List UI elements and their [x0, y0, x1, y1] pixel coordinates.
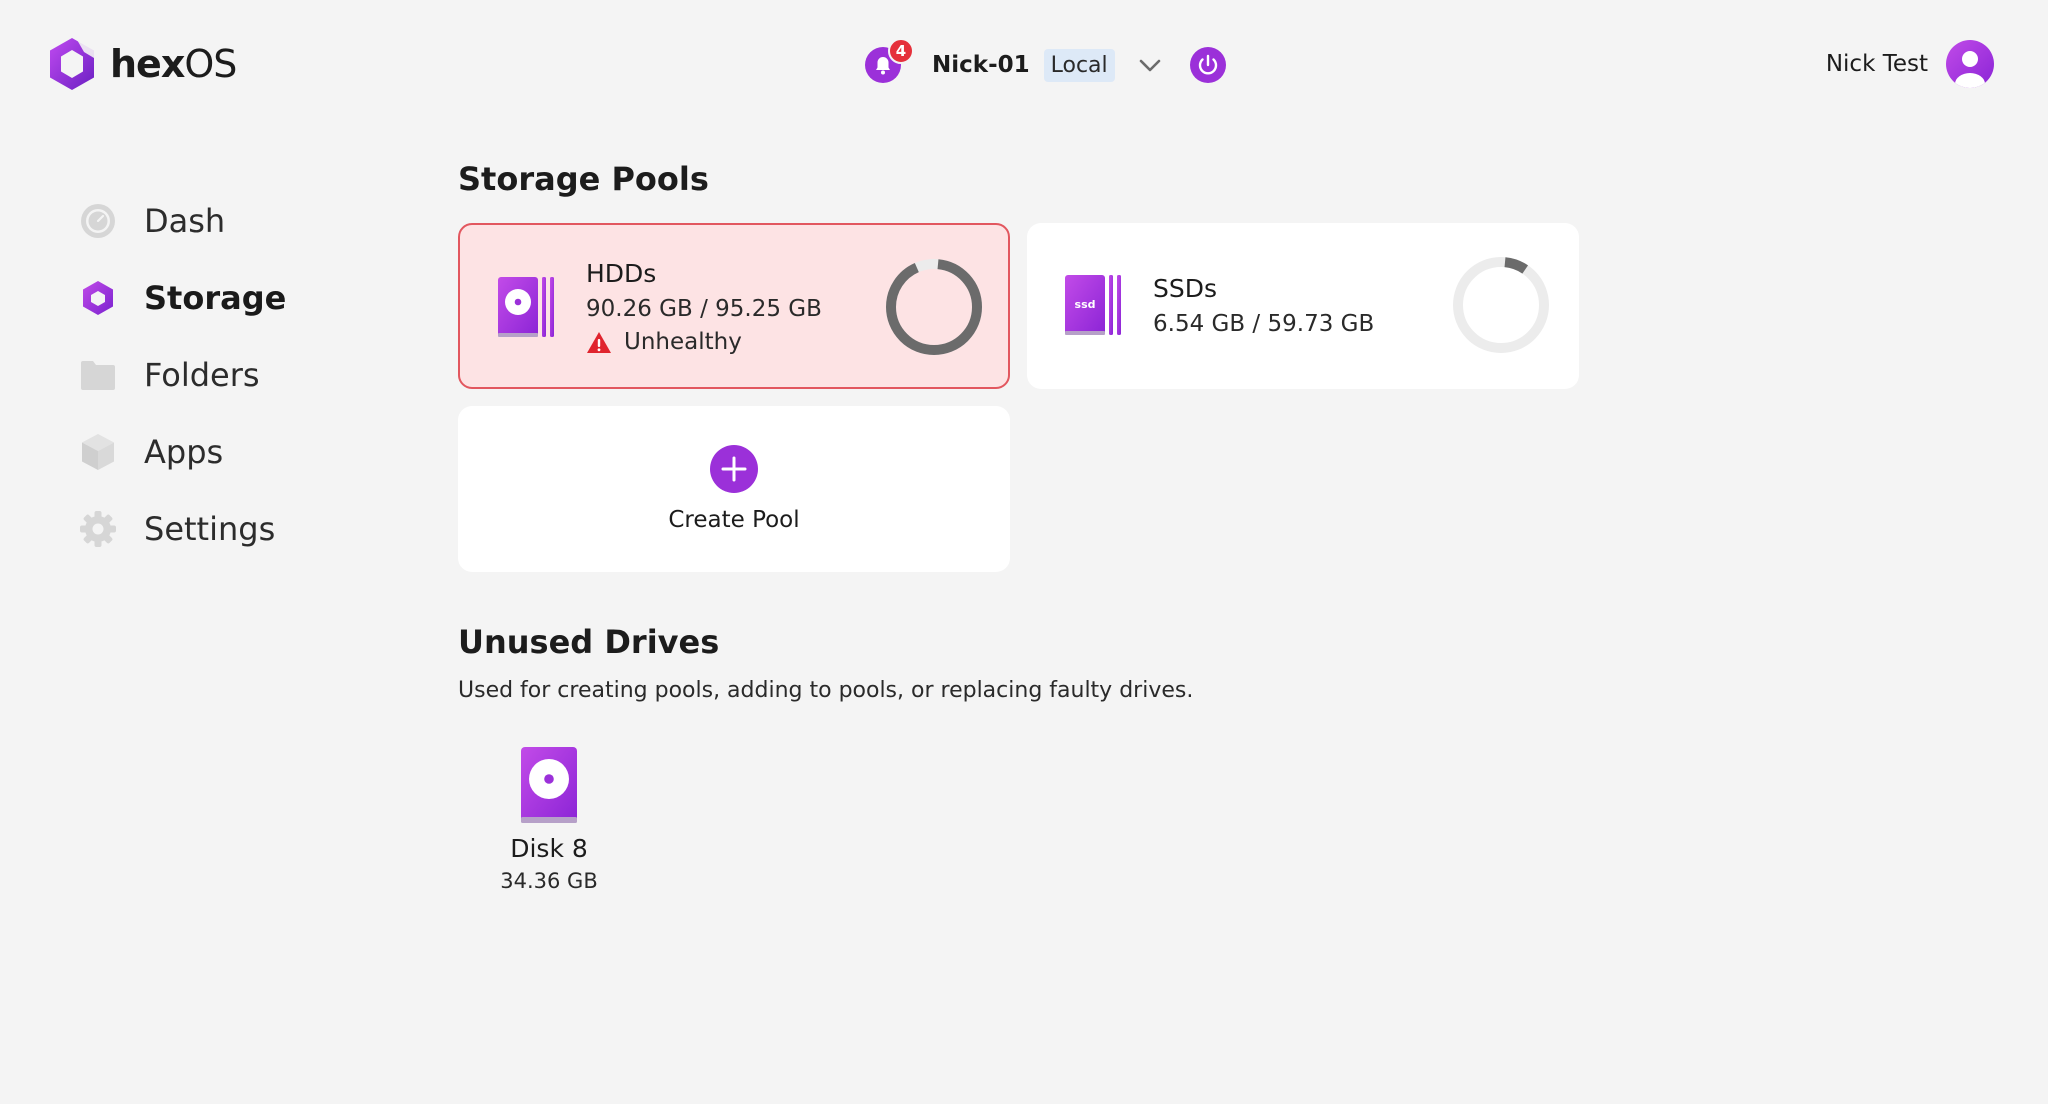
avatar — [1946, 40, 1994, 88]
drive-item[interactable]: Disk 8 34.36 GB — [496, 746, 602, 893]
ssd-pool-icon: ssd — [1065, 275, 1121, 335]
sidebar-nav: Dash Storage Folders Apps Settings — [78, 182, 286, 567]
sidebar-item-folders[interactable]: Folders — [78, 336, 286, 413]
storage-pools-title: Storage Pools — [458, 160, 709, 198]
create-pool-button[interactable]: Create Pool — [458, 406, 1010, 572]
power-icon[interactable] — [1189, 46, 1227, 84]
donut-free-arc — [1453, 257, 1549, 353]
pool-name: HDDs — [586, 259, 657, 288]
folder-icon — [78, 355, 118, 395]
create-pool-label: Create Pool — [668, 507, 800, 533]
pool-card-hdds[interactable]: HDDs 90.26 GB / 95.25 GB Unhealthy — [458, 223, 1010, 389]
drive-name: Disk 8 — [510, 834, 588, 863]
gear-icon — [78, 509, 118, 549]
unused-drives-description: Used for creating pools, adding to pools… — [458, 678, 1194, 703]
server-location-tag: Local — [1043, 48, 1115, 82]
storage-page: hexOS 4 Nick-01 Local Nick Test Dash Sto… — [0, 0, 2048, 1104]
plus-circle-icon — [710, 445, 758, 493]
pool-card-ssds[interactable]: ssd SSDs 6.54 GB / 59.73 GB — [1027, 223, 1579, 389]
ssd-label: ssd — [1075, 298, 1096, 311]
sidebar-item-label: Apps — [144, 432, 224, 471]
logo-text-os: OS — [184, 42, 237, 86]
server-selector-bar: 4 Nick-01 Local — [864, 38, 1227, 86]
sidebar-item-label: Settings — [144, 509, 276, 548]
unused-drives-title: Unused Drives — [458, 623, 720, 661]
hdd-drive-icon — [521, 747, 577, 823]
logo-text-hex: hex — [110, 42, 185, 86]
dashboard-gauge-icon — [78, 201, 118, 241]
donut-used-arc — [886, 259, 982, 355]
sidebar-item-dash[interactable]: Dash — [78, 182, 286, 259]
chevron-down-icon[interactable] — [1135, 50, 1165, 80]
pool-status: Unhealthy — [586, 329, 742, 355]
hexagon-icon — [78, 278, 118, 318]
pool-usage: 90.26 GB / 95.25 GB — [586, 296, 822, 322]
drive-size: 34.36 GB — [500, 869, 598, 893]
server-name[interactable]: Nick-01 — [932, 52, 1030, 78]
user-name: Nick Test — [1825, 51, 1928, 77]
hdd-pool-icon — [498, 277, 554, 337]
logo-wordmark: hexOS — [110, 42, 237, 86]
pool-name: SSDs — [1153, 274, 1218, 303]
pool-status-text: Unhealthy — [624, 329, 742, 355]
hexos-logo-icon — [50, 38, 94, 90]
sidebar-item-apps[interactable]: Apps — [78, 413, 286, 490]
cube-icon — [78, 432, 118, 472]
sidebar-item-label: Folders — [144, 355, 260, 394]
sidebar-item-label: Storage — [144, 278, 287, 317]
sidebar-item-settings[interactable]: Settings — [78, 490, 286, 567]
hexos-logo[interactable]: hexOS — [46, 36, 237, 92]
user-menu[interactable]: Nick Test — [1826, 40, 1994, 88]
notification-count-badge: 4 — [888, 38, 914, 64]
notifications-button[interactable]: 4 — [864, 38, 914, 84]
pool-usage-donut — [886, 259, 982, 355]
sidebar-item-label: Dash — [144, 201, 226, 240]
pool-usage-donut — [1453, 257, 1549, 353]
sidebar-item-storage[interactable]: Storage — [78, 259, 286, 336]
pool-usage: 6.54 GB / 59.73 GB — [1153, 311, 1375, 337]
warning-icon — [587, 331, 611, 353]
